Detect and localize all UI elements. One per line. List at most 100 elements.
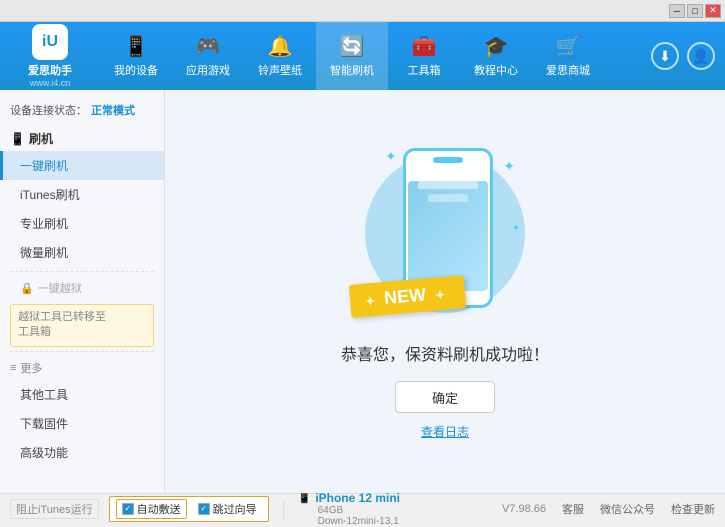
sidebar-section-flash-header: 📱 刷机: [0, 126, 164, 151]
success-message: 恭喜您，保资料刷机成功啦！: [341, 341, 549, 365]
sparkle-3: ✦: [512, 223, 520, 234]
title-bar: ─ □ ✕: [0, 0, 725, 22]
screen-line-2: [428, 194, 468, 202]
customer-service-link[interactable]: 客服: [562, 501, 584, 517]
lock-icon: 🔒: [20, 282, 34, 295]
sidebar-item-pro-flash[interactable]: 专业刷机: [0, 209, 164, 238]
nav-my-device-label: 我的设备: [114, 62, 158, 78]
account-btn[interactable]: 👤: [687, 42, 715, 70]
nav-ringtones-label: 铃声壁纸: [258, 62, 302, 78]
nav-shop[interactable]: 🛒 爱思商城: [532, 22, 604, 90]
sidebar: 设备连接状态： 正常模式 📱 刷机 一键刷机 iTunes刷机 专业刷机 微量刷…: [0, 90, 165, 493]
sidebar-item-itunes-flash-label: iTunes刷机: [20, 188, 80, 202]
sidebar-greyed-jailbreak: 🔒 一键越狱: [0, 276, 164, 300]
logo-name: 爱思助手: [28, 62, 72, 78]
checkbox-skip-wizard[interactable]: ✓ 跳过向导: [193, 499, 262, 519]
sparkle-1: ✦: [385, 148, 397, 165]
header-right: ⬇ 👤: [651, 42, 725, 70]
sidebar-item-other-tools[interactable]: 其他工具: [0, 380, 164, 409]
close-btn[interactable]: ✕: [705, 4, 721, 18]
nav-bar: 📱 我的设备 🎮 应用游戏 🔔 铃声壁纸 🔄 智能刷机 🧰 工具箱 🎓 教程中心…: [100, 22, 651, 90]
checkbox-skip-wizard-check: ✓: [198, 503, 210, 515]
flash-section-label: 刷机: [29, 130, 53, 147]
content-area: ✦ ✦ ✦: [165, 90, 725, 493]
checkbox-auto-send-label: 自动敷送: [137, 501, 181, 517]
sidebar-item-micro-flash-label: 微量刷机: [20, 246, 68, 260]
bottom-bar: 阻止iTunes运行 ✓ 自动敷送 ✓ 跳过向导 📱 iPhone 12 min…: [0, 493, 725, 523]
sidebar-item-itunes-flash[interactable]: iTunes刷机: [0, 180, 164, 209]
nav-smart-flash-icon: 🔄: [340, 34, 365, 59]
logo: iU 爱思助手 www.i4.cn: [0, 24, 100, 88]
new-badge-text: NEW: [383, 284, 427, 308]
device-storage: 64GB: [318, 505, 400, 516]
confirm-btn-label: 确定: [432, 388, 458, 407]
status-value: 正常模式: [91, 102, 135, 118]
check-update-link[interactable]: 检查更新: [671, 501, 715, 517]
sidebar-item-pro-flash-label: 专业刷机: [20, 217, 68, 231]
wechat-public-link[interactable]: 微信公众号: [600, 501, 655, 517]
flash-section-icon: 📱: [10, 132, 25, 146]
minimize-btn[interactable]: ─: [669, 4, 685, 18]
nav-tutorial[interactable]: 🎓 教程中心: [460, 22, 532, 90]
download-fw-label: 下载固件: [20, 417, 68, 431]
nav-shop-label: 爱思商城: [546, 62, 590, 78]
success-panel: ✦ ✦ ✦: [341, 143, 549, 440]
sidebar-notice: 越狱工具已转移至 工具箱: [10, 304, 154, 347]
more-icon: ≡: [10, 362, 16, 374]
sidebar-notice-text: 越狱工具已转移至 工具箱: [18, 311, 106, 338]
daily-task-link[interactable]: 查看日志: [421, 423, 469, 440]
sidebar-more-header: ≡ 更多: [0, 356, 164, 380]
nav-toolbox[interactable]: 🧰 工具箱: [388, 22, 460, 90]
bottom-right: V7.98.66 客服 微信公众号 检查更新: [502, 501, 715, 517]
separator-device: [283, 499, 284, 519]
sidebar-item-micro-flash[interactable]: 微量刷机: [0, 238, 164, 267]
logo-icon: iU: [32, 24, 68, 60]
nav-tutorial-icon: 🎓: [484, 34, 509, 59]
sidebar-greyed-label: 一键越狱: [38, 280, 82, 296]
bottom-left: 阻止iTunes运行 ✓ 自动敷送 ✓ 跳过向导 📱 iPhone 12 min…: [10, 491, 502, 527]
phone-illustration: ✦ ✦ ✦: [365, 143, 525, 323]
main-layout: 设备连接状态： 正常模式 📱 刷机 一键刷机 iTunes刷机 专业刷机 微量刷…: [0, 90, 725, 493]
device-info: 📱 iPhone 12 mini 64GB Down-12mini-13,1: [298, 491, 400, 527]
nav-toolbox-icon: 🧰: [412, 34, 437, 59]
status-label: 设备连接状态：: [10, 102, 87, 118]
nav-app-games[interactable]: 🎮 应用游戏: [172, 22, 244, 90]
advanced-label: 高级功能: [20, 446, 68, 460]
nav-my-device[interactable]: 📱 我的设备: [100, 22, 172, 90]
checkbox-auto-send[interactable]: ✓ 自动敷送: [116, 499, 187, 519]
header: iU 爱思助手 www.i4.cn 📱 我的设备 🎮 应用游戏 🔔 铃声壁纸 🔄…: [0, 22, 725, 90]
status-bar: 设备连接状态： 正常模式: [0, 98, 164, 126]
sidebar-separator-2: [10, 351, 154, 352]
itunes-notice: 阻止iTunes运行: [10, 499, 99, 519]
sidebar-item-one-click-label: 一键刷机: [20, 159, 68, 173]
maximize-btn[interactable]: □: [687, 4, 703, 18]
sidebar-separator-1: [10, 271, 154, 272]
download-btn[interactable]: ⬇: [651, 42, 679, 70]
nav-ringtones-icon: 🔔: [268, 34, 293, 59]
sidebar-section-flash: 📱 刷机 一键刷机 iTunes刷机 专业刷机 微量刷机: [0, 126, 164, 267]
sparkle-2: ✦: [503, 158, 515, 175]
phone-screen: [408, 181, 488, 291]
checkbox-skip-wizard-label: 跳过向导: [213, 501, 257, 517]
screen-line-1: [418, 181, 478, 189]
nav-shop-icon: 🛒: [556, 34, 581, 59]
nav-smart-flash-label: 智能刷机: [330, 62, 374, 78]
phone-notch: [433, 157, 463, 163]
device-model: Down-12mini-13,1: [318, 516, 400, 527]
more-label: 更多: [20, 360, 42, 376]
sidebar-item-advanced[interactable]: 高级功能: [0, 438, 164, 467]
sidebar-item-one-click[interactable]: 一键刷机: [0, 151, 164, 180]
sidebar-item-download-fw[interactable]: 下载固件: [0, 409, 164, 438]
checkbox-auto-send-check: ✓: [122, 503, 134, 515]
nav-app-games-label: 应用游戏: [186, 62, 230, 78]
confirm-button[interactable]: 确定: [395, 381, 495, 413]
version-text: V7.98.66: [502, 503, 546, 515]
nav-ringtones[interactable]: 🔔 铃声壁纸: [244, 22, 316, 90]
checkbox-group: ✓ 自动敷送 ✓ 跳过向导: [109, 496, 269, 522]
nav-tutorial-label: 教程中心: [474, 62, 518, 78]
other-tools-label: 其他工具: [20, 388, 68, 402]
nav-toolbox-label: 工具箱: [408, 62, 441, 78]
nav-my-device-icon: 📱: [124, 34, 149, 59]
nav-smart-flash[interactable]: 🔄 智能刷机: [316, 22, 388, 90]
logo-url: www.i4.cn: [30, 78, 71, 88]
